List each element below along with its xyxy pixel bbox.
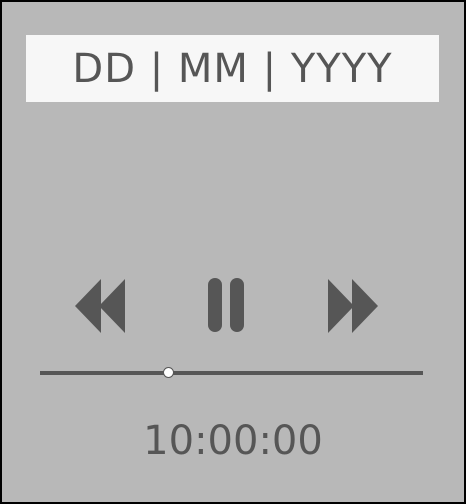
- rewind-button[interactable]: [75, 276, 127, 336]
- player-panel: DD | MM | YYYY 10:00:00: [2, 2, 464, 502]
- playback-controls: [2, 276, 464, 336]
- fast-forward-icon: [328, 279, 378, 333]
- player-window: DD | MM | YYYY 10:00:00: [0, 0, 466, 504]
- progress-slider[interactable]: [40, 367, 423, 378]
- date-display-box[interactable]: DD | MM | YYYY: [26, 35, 439, 102]
- rewind-icon: [75, 279, 125, 333]
- date-display: DD | MM | YYYY: [72, 45, 393, 92]
- progress-thumb[interactable]: [163, 367, 175, 378]
- pause-icon: [208, 278, 244, 332]
- progress-track[interactable]: [40, 371, 423, 375]
- time-display: 10:00:00: [143, 418, 323, 464]
- pause-button[interactable]: [208, 276, 244, 336]
- fast-forward-button[interactable]: [328, 276, 380, 336]
